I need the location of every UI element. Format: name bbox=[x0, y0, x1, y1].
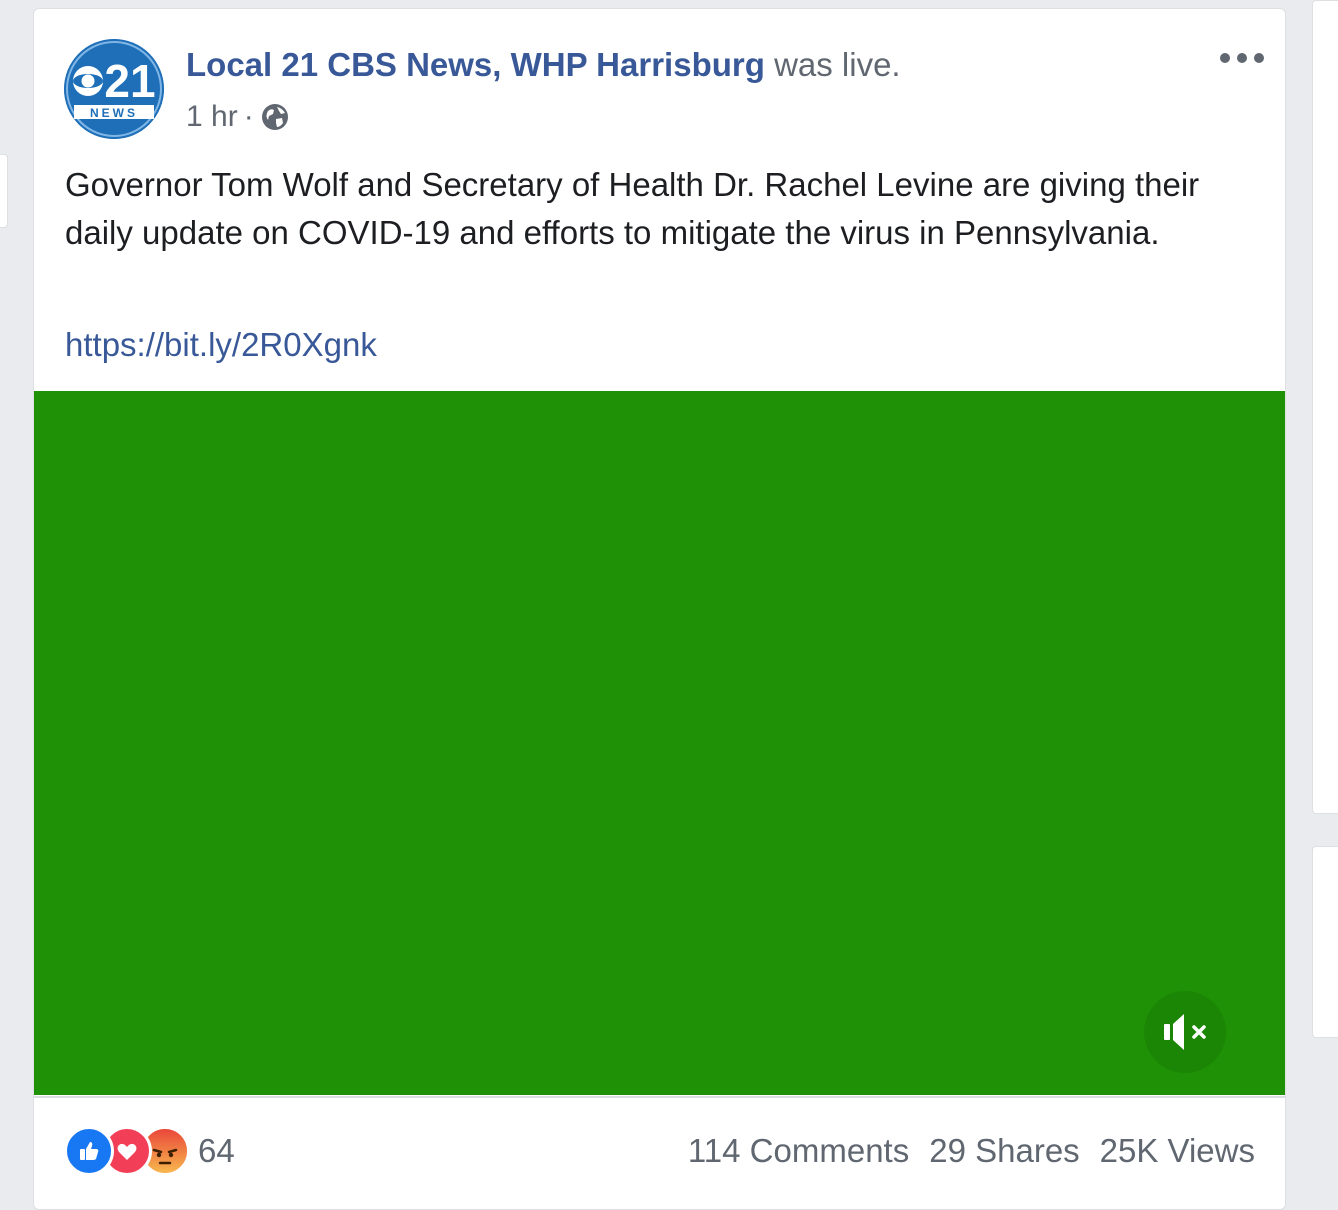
page-name-link[interactable]: Local 21 CBS News, WHP Harrisburg bbox=[186, 46, 765, 83]
globe-icon[interactable] bbox=[260, 102, 290, 132]
like-icon bbox=[64, 1126, 114, 1176]
footer-divider bbox=[34, 1096, 1285, 1098]
background-card-right-bottom bbox=[1312, 846, 1338, 1038]
background-card-right-top bbox=[1312, 0, 1338, 814]
background-card-left bbox=[0, 154, 8, 228]
live-video-player[interactable] bbox=[34, 391, 1285, 1095]
reactions-summary[interactable]: 64 bbox=[64, 1126, 235, 1176]
post-link[interactable]: https://bit.ly/2R0Xgnk bbox=[65, 323, 377, 367]
more-options-icon[interactable] bbox=[1220, 47, 1264, 69]
meta-separator: · bbox=[243, 100, 254, 133]
engagement-stats: 114 Comments 29 Shares 25K Views bbox=[688, 1129, 1255, 1173]
feed-post: 21 NEWS Local 21 CBS News, WHP Harrisbur… bbox=[33, 8, 1286, 1210]
reaction-count[interactable]: 64 bbox=[198, 1132, 235, 1170]
cbs21-logo-icon: 21 NEWS bbox=[64, 39, 164, 139]
shares-count-link[interactable]: 29 Shares bbox=[929, 1129, 1079, 1173]
unmute-button[interactable] bbox=[1144, 991, 1226, 1073]
page-avatar[interactable]: 21 NEWS bbox=[64, 39, 164, 139]
post-meta: 1 hr · bbox=[186, 97, 290, 137]
logo-caption: NEWS bbox=[90, 106, 138, 120]
speaker-muted-icon bbox=[1164, 1014, 1206, 1050]
post-timestamp[interactable]: 1 hr bbox=[186, 97, 238, 137]
post-body-text: Governor Tom Wolf and Secretary of Healt… bbox=[65, 166, 1200, 251]
comments-count-link[interactable]: 114 Comments bbox=[688, 1129, 909, 1173]
views-count: 25K Views bbox=[1099, 1132, 1255, 1169]
post-header: Local 21 CBS News, WHP Harrisburg was li… bbox=[186, 43, 901, 87]
live-status-text: was live. bbox=[774, 46, 901, 83]
logo-number: 21 bbox=[104, 55, 155, 107]
